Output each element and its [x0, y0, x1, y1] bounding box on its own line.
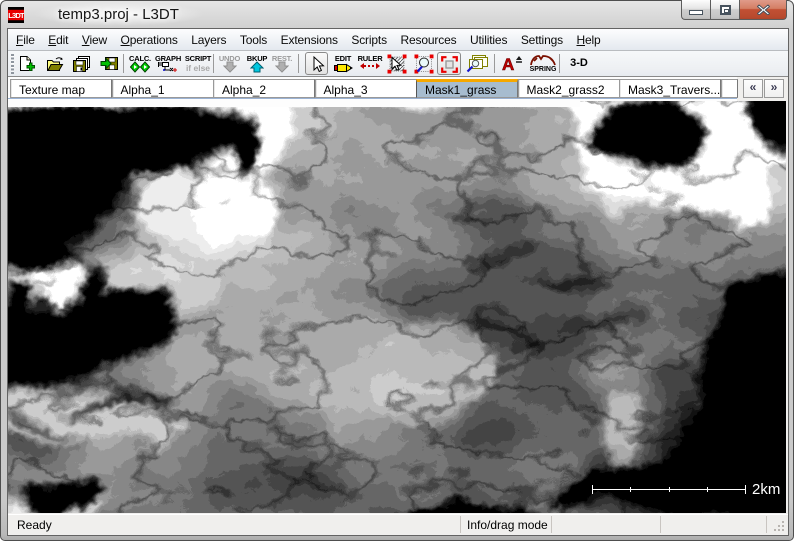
svg-text:L3DT: L3DT	[8, 11, 24, 20]
svg-text:A: A	[502, 55, 514, 73]
